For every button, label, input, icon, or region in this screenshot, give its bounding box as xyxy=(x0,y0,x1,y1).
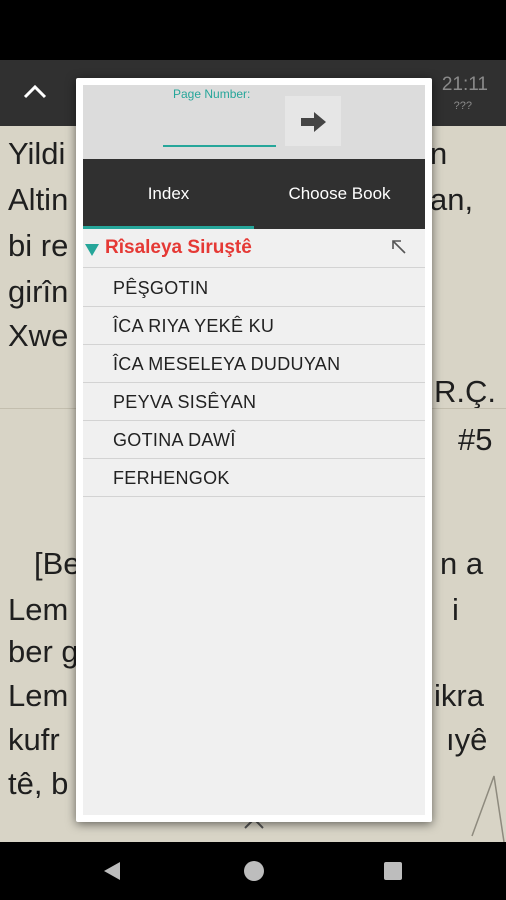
list-item-label: ÎCA MESELEYA DUDUYAN xyxy=(113,354,341,374)
tab-bar: Index Choose Book xyxy=(83,159,425,229)
collapse-arrow-icon[interactable] xyxy=(391,239,407,255)
reader-text: Lem xyxy=(8,592,69,627)
book-title-row[interactable]: Rîsaleya Siruştê xyxy=(83,229,425,268)
list-item-label: GOTINA DAWÎ xyxy=(113,430,236,450)
reader-text: ber g xyxy=(8,634,79,669)
page-number-input[interactable] xyxy=(163,107,276,147)
book-title: Rîsaleya Siruştê xyxy=(105,237,252,258)
reader-text: kufr xyxy=(8,722,60,757)
reader-text: Altin xyxy=(8,182,69,217)
page-curl-decoration xyxy=(471,775,505,842)
expand-triangle-icon[interactable] xyxy=(85,244,99,256)
home-icon[interactable] xyxy=(244,861,264,881)
reader-text: Yildi xyxy=(8,136,66,171)
list-item[interactable]: PEYVA SISÊYAN xyxy=(83,383,425,421)
reader-text: girîn xyxy=(8,274,69,309)
list-item[interactable]: PÊŞGOTIN xyxy=(83,269,425,307)
reader-text: tê, b xyxy=(8,766,69,801)
reader-text: Lem xyxy=(8,678,69,713)
list-item[interactable]: ÎCA RIYA YEKÊ KU xyxy=(83,307,425,345)
reader-text: #5 xyxy=(458,422,493,457)
system-nav-bar xyxy=(0,842,506,900)
list-item-label: PÊŞGOTIN xyxy=(113,278,209,298)
back-icon[interactable] xyxy=(101,860,123,882)
list-item[interactable]: FERHENGOK xyxy=(83,459,425,497)
tab-index[interactable]: Index xyxy=(83,159,254,229)
go-to-page-button[interactable] xyxy=(285,96,341,146)
clock-subtext: ??? xyxy=(453,100,472,112)
reader-text: n a xyxy=(440,546,484,581)
list-item-label: PEYVA SISÊYAN xyxy=(113,392,257,412)
page-navigation: Page Number: xyxy=(83,85,425,159)
tab-choose-book[interactable]: Choose Book xyxy=(254,159,425,229)
reader-text: n xyxy=(430,136,448,171)
reader-text: an, xyxy=(430,182,474,217)
table-of-contents-dialog: Page Number: Index Choose Book Rîsaleya … xyxy=(76,78,432,822)
reader-text: R.Ç. xyxy=(434,374,496,409)
recents-icon[interactable] xyxy=(384,862,402,880)
reader-text: [Be xyxy=(34,546,81,581)
reader-text: bi re xyxy=(8,228,69,263)
list-item-label: FERHENGOK xyxy=(113,468,230,488)
arrow-right-icon xyxy=(301,112,326,132)
list-item-label: ÎCA RIYA YEKÊ KU xyxy=(113,316,275,336)
page-number-label: Page Number: xyxy=(173,87,251,101)
chevron-up-icon[interactable] xyxy=(20,78,50,108)
dialog-content: Page Number: Index Choose Book Rîsaleya … xyxy=(83,85,425,815)
list-item[interactable]: ÎCA MESELEYA DUDUYAN xyxy=(83,345,425,383)
index-list: Rîsaleya Siruştê PÊŞGOTIN ÎCA RIYA YEKÊ … xyxy=(83,229,425,815)
status-bar xyxy=(0,0,506,60)
list-item[interactable]: GOTINA DAWÎ xyxy=(83,421,425,459)
reader-text: i xyxy=(452,592,459,627)
reader-text: Xwe xyxy=(8,318,69,353)
clock-time: 21:11 xyxy=(441,74,488,95)
reader-text: ıyê xyxy=(446,722,488,757)
reader-text: ikra xyxy=(434,678,484,713)
